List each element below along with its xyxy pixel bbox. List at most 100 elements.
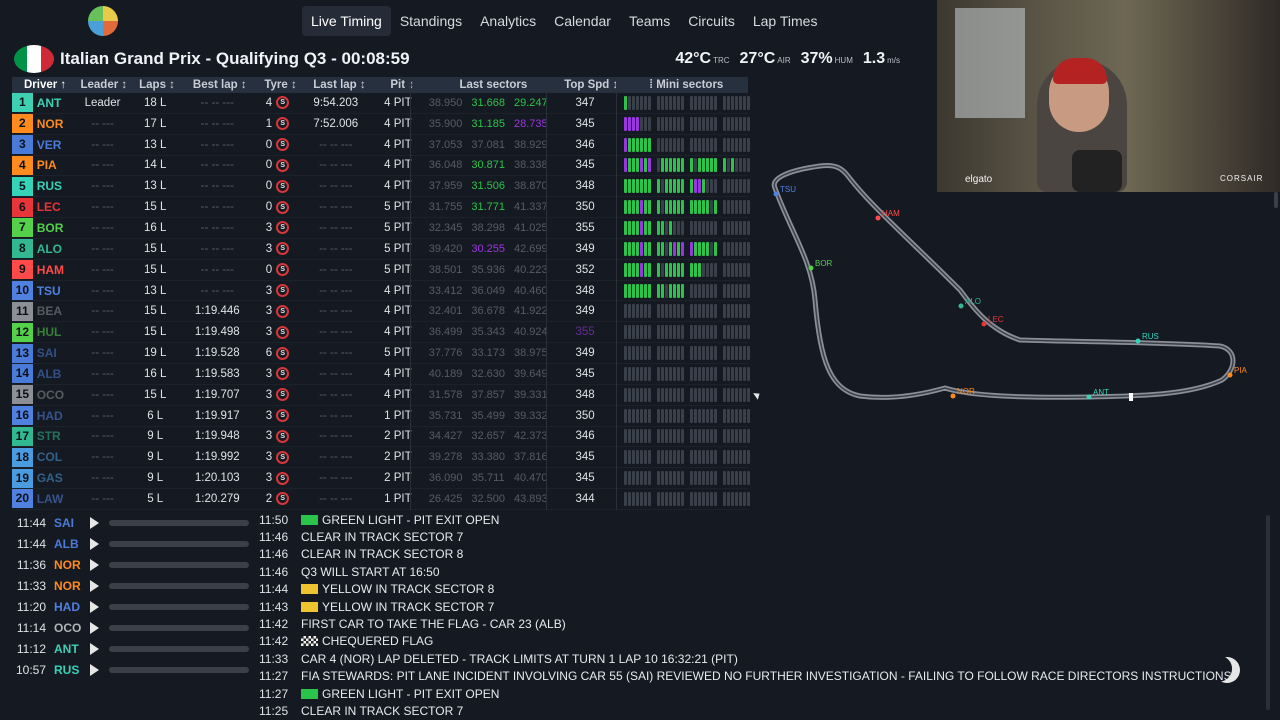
nav-calendar[interactable]: Calendar	[545, 6, 620, 36]
messages-scrollbar[interactable]	[1266, 515, 1270, 710]
tyre-info: 0S	[255, 138, 300, 152]
radio-progress-bar[interactable]	[109, 582, 249, 589]
col-mini-sectors[interactable]: ⁞ Mini sectors	[625, 77, 749, 93]
nav-analytics[interactable]: Analytics	[471, 6, 545, 36]
play-icon[interactable]	[90, 558, 99, 571]
nav-standings[interactable]: Standings	[391, 6, 471, 36]
mini-sector-group	[656, 283, 684, 298]
mini-sector-group	[722, 179, 750, 194]
radio-time: 11:33	[16, 578, 46, 593]
mini-sector-bar	[713, 179, 717, 194]
car-marker[interactable]	[808, 265, 814, 271]
table-row[interactable]: 4 PIA -- --- 14 L -- -- --- 0 S -- -- --- 4 PIT 3…	[12, 155, 750, 177]
col-last-lap[interactable]: Last lap ↕	[303, 77, 375, 93]
play-icon[interactable]	[90, 516, 99, 529]
table-row[interactable]: 1 ANT Leader 18 L -- -- --- 4 S 9:54.203 4 PIT 38…	[12, 93, 750, 114]
sector-3-time: 42.373	[513, 430, 548, 443]
car-marker[interactable]	[958, 303, 964, 309]
play-icon[interactable]	[90, 642, 99, 655]
mini-sector-bar	[734, 408, 738, 423]
message-time: 11:33	[259, 651, 289, 666]
table-row[interactable]: 3 VER -- --- 13 L -- -- --- 0 S -- -- --- 4 PIT 3…	[12, 135, 750, 156]
col-laps[interactable]: Laps ↕	[132, 77, 181, 93]
lap-count: 13 L	[144, 284, 167, 297]
mini-sector-group	[623, 179, 651, 194]
table-row[interactable]: 20 LAW -- --- 5 L 1:20.279 2 S -- -- --- 1 PIT 26…	[12, 489, 750, 510]
mini-sector-bar	[643, 366, 647, 381]
mini-sector-bar	[746, 346, 750, 361]
app-logo[interactable]	[88, 6, 118, 36]
table-row[interactable]: 12 HUL -- --- 15 L 1:19.498 3 S -- -- --- 4 PIT 3…	[12, 322, 750, 344]
table-row[interactable]: 11 BEA -- --- 15 L 1:19.446 3 S -- -- --- 4 PIT 3…	[12, 301, 750, 323]
col-top-speed[interactable]: Top Spd ↕	[558, 77, 625, 93]
mini-sector-bar	[680, 200, 684, 215]
table-row[interactable]: 14 ALB -- --- 16 L 1:19.583 3 S -- -- --- 4 PIT 4…	[12, 364, 750, 385]
table-row[interactable]: 6 LEC -- --- 15 L -- -- --- 0 S -- -- --- 5 PIT 3…	[12, 197, 750, 219]
table-row[interactable]: 18 COL -- --- 9 L 1:19.992 3 S -- -- --- 2 PIT 39…	[12, 447, 750, 469]
col-leader[interactable]: Leader ↕	[75, 77, 132, 93]
live-timing-app: Live Timing Standings Analytics Calendar Tea…	[0, 0, 1280, 720]
last-sectors: 40.189 32.630 39.649	[424, 368, 552, 380]
mini-sector-bar	[722, 429, 726, 444]
mini-sector-bar	[635, 346, 639, 361]
table-row[interactable]: 7 BOR -- --- 16 L -- -- --- 3 S -- -- --- 5 PIT 3…	[12, 218, 750, 239]
table-row[interactable]: 9 HAM -- --- 15 L -- -- --- 0 S -- -- --- 5 PIT 3…	[12, 260, 750, 281]
mini-sector-bar	[726, 262, 730, 277]
nav-teams[interactable]: Teams	[620, 6, 679, 36]
radio-progress-bar[interactable]	[109, 666, 249, 673]
mini-sector-bar	[668, 325, 672, 340]
sector-1-time: 37.959	[428, 180, 463, 193]
mini-sector-bar	[639, 179, 643, 194]
pit-count: 2 PIT	[384, 451, 412, 464]
lap-count: 16 L	[144, 221, 167, 234]
driver-code: HUL	[36, 325, 62, 340]
last-sectors: 39.278 33.380 37.816	[424, 451, 552, 463]
table-row[interactable]: 8 ALO -- --- 15 L -- -- --- 3 S -- -- --- 5 PIT 3…	[12, 239, 750, 260]
mini-sector-bar	[664, 220, 668, 235]
play-icon[interactable]	[90, 663, 99, 676]
mini-sector-bar	[656, 200, 660, 215]
table-row[interactable]: 10 TSU -- --- 13 L -- -- --- 3 S -- -- --- 4 PIT…	[12, 281, 750, 302]
car-marker[interactable]	[981, 321, 987, 327]
nav-circuits[interactable]: Circuits	[679, 6, 744, 36]
col-best-lap[interactable]: Best lap ↕	[182, 77, 258, 93]
radio-progress-bar[interactable]	[109, 519, 249, 526]
nav-live-timing[interactable]: Live Timing	[302, 6, 391, 36]
table-row[interactable]: 2 NOR -- --- 17 L -- -- --- 1 S 7:52.006 4 PIT 35…	[12, 114, 750, 135]
mini-sector-bar	[676, 366, 680, 381]
table-row[interactable]: 5 RUS -- --- 13 L -- -- --- 0 S -- -- --- 4 PIT 3…	[12, 176, 750, 198]
car-marker[interactable]	[1135, 338, 1141, 344]
radio-progress-bar[interactable]	[109, 624, 249, 631]
page-scrollbar[interactable]	[1274, 192, 1278, 208]
nav-lap-times[interactable]: Lap Times	[744, 6, 827, 36]
message-text: CLEAR IN TRACK SECTOR 8	[301, 547, 464, 562]
table-row[interactable]: 19 GAS -- --- 9 L 1:20.103 3 S -- -- --- 2 PIT 36…	[12, 468, 750, 490]
car-marker[interactable]	[1086, 394, 1092, 400]
mini-sectors	[618, 366, 750, 381]
col-pit[interactable]: Pit ↕	[376, 77, 429, 93]
play-icon[interactable]	[90, 537, 99, 550]
table-row[interactable]: 16 HAD -- --- 6 L 1:19.917 3 S -- -- --- 1 PIT 35…	[12, 406, 750, 427]
table-row[interactable]: 13 SAI -- --- 19 L 1:19.528 6 S -- -- --- 5 PIT 3…	[12, 343, 750, 364]
radio-progress-bar[interactable]	[109, 645, 249, 652]
mini-sector-bar	[623, 158, 627, 173]
play-icon[interactable]	[90, 579, 99, 592]
gap-to-leader: -- ---	[91, 159, 114, 172]
car-marker[interactable]	[773, 191, 779, 197]
race-control-message: 11:33 CAR 4 (NOR) LAP DELETED - TRACK LIM…	[259, 650, 1259, 667]
play-icon[interactable]	[90, 621, 99, 634]
table-row[interactable]: 17 STR -- --- 9 L 1:19.948 3 S -- -- --- 2 PIT 34…	[12, 426, 750, 448]
radio-progress-bar[interactable]	[109, 561, 249, 568]
message-time: 11:46	[259, 530, 289, 545]
car-marker[interactable]	[1227, 372, 1233, 378]
sector-1-time: 38.950	[428, 96, 463, 109]
radio-progress-bar[interactable]	[109, 603, 249, 610]
col-driver[interactable]: Driver ↑	[12, 77, 75, 93]
mini-sector-bar	[639, 158, 643, 173]
play-icon[interactable]	[90, 600, 99, 613]
col-tyre[interactable]: Tyre ↕	[258, 77, 304, 93]
table-row[interactable]: 15 OCO -- --- 15 L 1:19.707 3 S -- -- --- 4 PIT 3…	[12, 385, 750, 406]
car-marker[interactable]	[950, 393, 956, 399]
car-marker[interactable]	[875, 215, 881, 221]
radio-progress-bar[interactable]	[109, 540, 249, 547]
